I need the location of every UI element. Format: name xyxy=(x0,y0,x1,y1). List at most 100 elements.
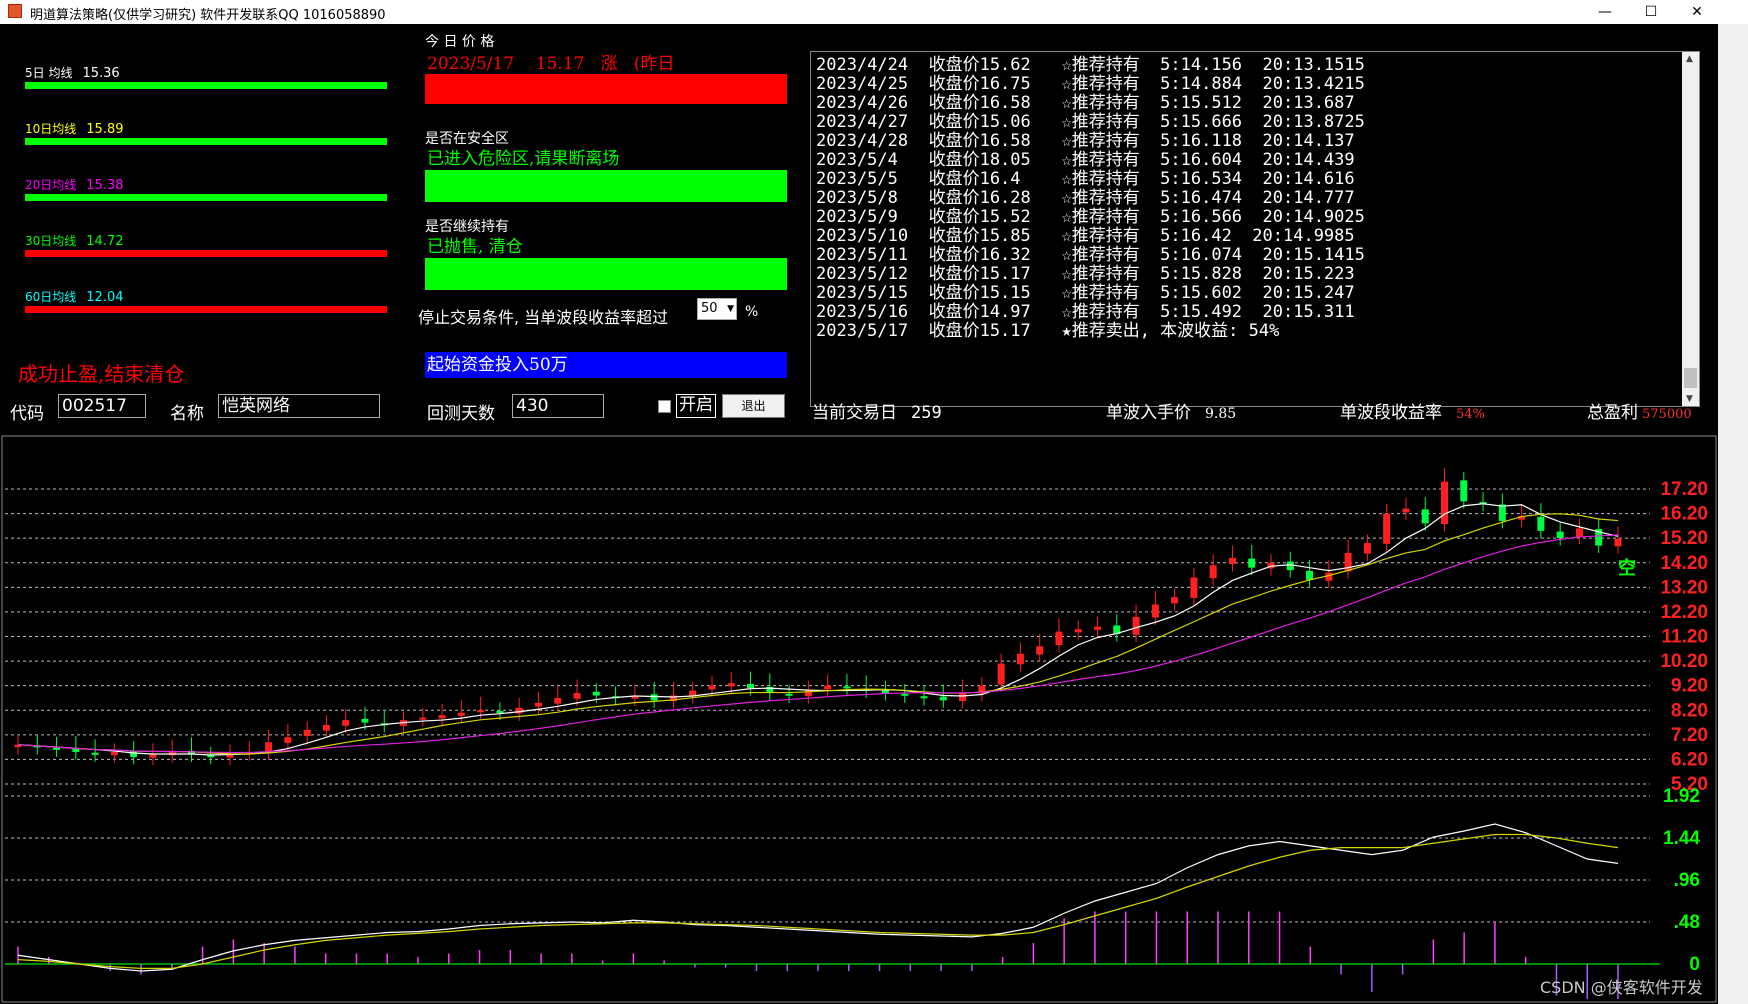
candle-body xyxy=(1055,631,1063,646)
signal-label: 空 xyxy=(1618,557,1636,579)
candle-body xyxy=(1036,646,1044,655)
ma-bar xyxy=(25,138,387,145)
candle-body xyxy=(110,752,118,756)
name-input[interactable]: 恺英网络 xyxy=(218,394,380,418)
close-button[interactable]: ✕ xyxy=(1674,0,1720,24)
scroll-thumb[interactable] xyxy=(1684,368,1697,388)
app-icon xyxy=(8,4,22,18)
ma-label-text: 5日 均线 xyxy=(25,66,73,80)
safe-zone-bar xyxy=(425,170,787,202)
today-price-bar xyxy=(425,74,787,104)
trade-log[interactable]: 2023/4/24 收盘价15.62 ☆推荐持有 5:14.156 20:13.… xyxy=(810,51,1700,407)
trade-day-label: 当前交易日 xyxy=(812,403,897,423)
candle-body xyxy=(1094,626,1102,630)
candle-body xyxy=(1228,557,1236,564)
candle-body xyxy=(997,663,1005,685)
ma-label-text: 20日均线 xyxy=(25,178,77,192)
code-label: 代码 xyxy=(10,404,44,424)
ma-label: 10日均线 15.89 xyxy=(25,120,124,137)
ma-value: 15.36 xyxy=(82,66,120,81)
candle-body xyxy=(1306,570,1314,580)
price-tick-label: 15.20 xyxy=(1660,528,1708,549)
candle-body xyxy=(322,725,330,731)
backtest-days-label: 回测天数 xyxy=(427,404,495,424)
start-label[interactable]: 开启 xyxy=(676,394,716,418)
wave-return-stat: 单波段收益率 54% xyxy=(1340,398,1485,423)
candle-body xyxy=(1460,480,1468,502)
candle-body xyxy=(939,696,947,701)
candle-body xyxy=(747,683,755,689)
watermark: CSDN @侠客软件开发 xyxy=(1540,978,1703,997)
wave-return-value: 54% xyxy=(1456,407,1485,422)
candle-body xyxy=(785,693,793,696)
maximize-button[interactable]: ☐ xyxy=(1628,0,1674,24)
candle-body xyxy=(1383,513,1391,544)
trade-log-scrollbar[interactable]: ▲ ▼ xyxy=(1682,52,1699,406)
price-tick-label: 8.20 xyxy=(1671,700,1708,721)
price-tick-label: 17.20 xyxy=(1660,479,1708,500)
start-checkbox[interactable] xyxy=(658,400,671,413)
entry-price-label: 单波入手价 xyxy=(1106,403,1191,423)
candle-body xyxy=(554,697,562,704)
stop-threshold-value: 50 xyxy=(701,301,718,316)
candle-body xyxy=(496,710,504,713)
window-title: 明道算法策略(仅供学习研究) 软件开发联系QQ 1016058890 xyxy=(30,8,386,23)
capital-banner: 起始资金投入50万 xyxy=(425,352,787,378)
exit-button[interactable]: 退出 xyxy=(722,394,785,418)
entry-price-stat: 单波入手价 9.85 xyxy=(1106,398,1236,423)
minimize-button[interactable]: — xyxy=(1582,0,1628,24)
candle-body xyxy=(1556,531,1564,539)
ma-label: 5日 均线 15.36 xyxy=(25,64,120,81)
candle-body xyxy=(1421,509,1429,524)
candle-body xyxy=(920,696,928,699)
candle-body xyxy=(843,686,851,689)
candle-body xyxy=(361,718,369,723)
entry-price-value: 9.85 xyxy=(1205,406,1237,422)
candle-body xyxy=(1575,528,1583,537)
candle-body xyxy=(1286,561,1294,571)
ma-bar xyxy=(25,194,387,201)
hold-status: 已抛售, 清仓 xyxy=(427,237,523,257)
trade-day-stat: 当前交易日 259 xyxy=(812,398,942,423)
candle-body xyxy=(477,710,485,713)
candle-body xyxy=(650,694,658,701)
chevron-down-icon: ▼ xyxy=(727,304,734,314)
ma-label: 60日均线 12.04 xyxy=(25,288,124,305)
candle-body xyxy=(1074,629,1082,633)
candle-body xyxy=(515,707,523,714)
stop-condition-label: 停止交易条件, 当单波段收益率超过 xyxy=(418,308,669,327)
ma-bar xyxy=(25,250,387,257)
backtest-days-input[interactable]: 430 xyxy=(512,394,604,418)
candle-body xyxy=(1171,597,1179,604)
candle-body xyxy=(419,717,427,720)
today-price-heading: 今 日 价 格 xyxy=(425,34,495,50)
hold-bar xyxy=(425,258,787,290)
price-tick-label: 7.20 xyxy=(1671,725,1708,746)
candle-body xyxy=(342,720,350,726)
safe-zone-status: 已进入危险区,请果断离场 xyxy=(427,149,620,169)
candle-body xyxy=(1209,565,1217,579)
stock-chart: 17.20 16.20 15.20 14.20 13.20 12.20 11.20 10.20… xyxy=(0,434,1718,1004)
macd-tick-label: 1.92 xyxy=(1663,786,1700,807)
candle-body xyxy=(91,752,99,755)
stop-threshold-select[interactable]: 50 ▼ xyxy=(697,298,737,320)
ma-label-text: 30日均线 xyxy=(25,234,77,248)
candle-body xyxy=(1441,481,1449,525)
candle-body xyxy=(284,737,292,743)
price-tick-label: 14.20 xyxy=(1660,553,1708,574)
background-window-strip xyxy=(1718,24,1748,1004)
macd-tick-label: 1.44 xyxy=(1663,828,1700,849)
price-tick-label: 9.20 xyxy=(1671,676,1708,697)
ma-label: 20日均线 15.38 xyxy=(25,176,124,193)
candle-body xyxy=(149,754,157,758)
total-profit-stat: 总盈利 575000 xyxy=(1587,398,1692,423)
code-input[interactable]: 002517 xyxy=(58,394,146,418)
candle-body xyxy=(1363,543,1371,554)
candle-body xyxy=(438,715,446,719)
scroll-up-icon[interactable]: ▲ xyxy=(1686,54,1693,64)
ma-bar xyxy=(25,82,387,89)
wave-return-label: 单波段收益率 xyxy=(1340,403,1442,423)
app-main: 5日 均线 15.36 10日均线 15.89 20日均线 15.38 30日均线 14.72… xyxy=(0,24,1718,1004)
candle-body xyxy=(130,750,138,757)
ma-label-text: 10日均线 xyxy=(25,122,77,136)
